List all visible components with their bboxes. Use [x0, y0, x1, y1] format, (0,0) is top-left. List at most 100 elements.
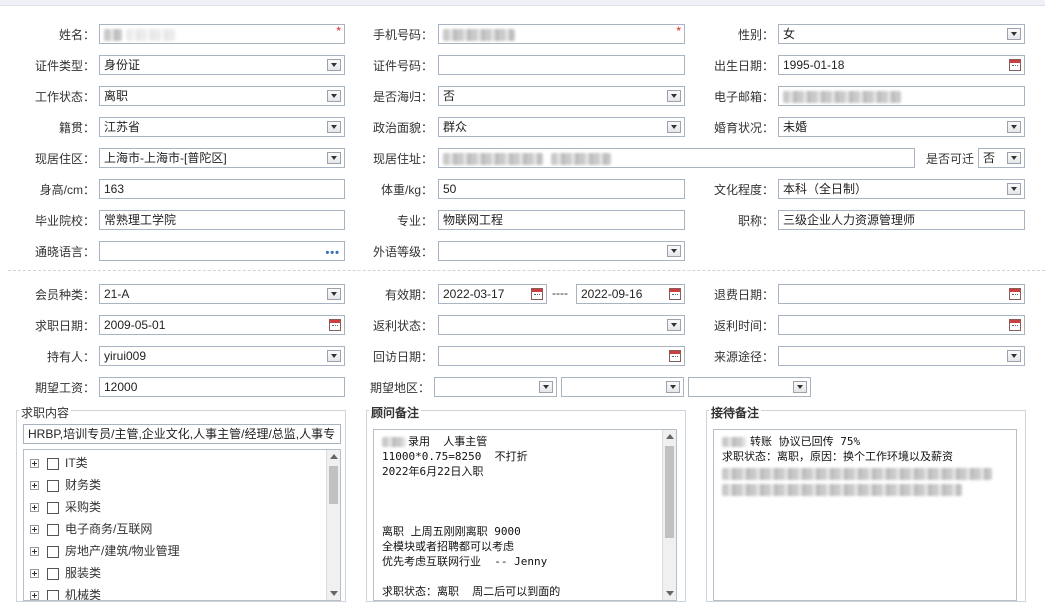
languages-picker[interactable]: ••• [99, 241, 345, 261]
expand-icon[interactable] [30, 591, 39, 600]
phone-field[interactable] [438, 24, 685, 44]
seek-date-field[interactable]: 2009-05-01 [99, 315, 345, 335]
overseas-select[interactable]: 否 [438, 86, 685, 106]
member-type-select[interactable]: 21-A [99, 284, 345, 304]
chevron-down-icon[interactable] [1007, 183, 1021, 195]
scroll-down-icon[interactable] [330, 591, 338, 596]
tree-item-ecommerce[interactable]: 电子商务/互联网 [30, 519, 152, 539]
visit-date-field[interactable] [438, 346, 685, 366]
school-field[interactable]: 常熟理工学院 [99, 210, 345, 230]
chevron-down-icon[interactable] [1007, 152, 1021, 164]
scroll-down-icon[interactable] [666, 591, 674, 596]
chevron-down-icon[interactable] [327, 59, 341, 71]
tree-item-apparel[interactable]: 服装类 [30, 563, 101, 583]
refund-date-field[interactable] [778, 284, 1025, 304]
validity-to-field[interactable]: 2022-09-16 [576, 284, 685, 304]
region-city-select[interactable] [561, 377, 684, 397]
calendar-icon[interactable] [669, 288, 681, 300]
gender-select[interactable]: 女 [778, 24, 1025, 44]
major-field[interactable]: 物联网工程 [438, 210, 685, 230]
checkbox[interactable] [47, 523, 59, 536]
expand-icon[interactable] [30, 481, 39, 491]
scrollbar-thumb[interactable] [665, 446, 674, 538]
rebate-status-select[interactable] [438, 315, 685, 335]
reception-note-textarea[interactable]: 转账 协议已回传 75% 求职状态：离职，原因：换个工作环境以及薪资 [713, 429, 1017, 601]
calendar-icon[interactable] [329, 319, 341, 331]
checkbox[interactable] [47, 457, 59, 470]
note-scrollbar[interactable] [662, 430, 676, 600]
birth-date-field[interactable]: 1995-01-18 [778, 55, 1025, 75]
expand-icon[interactable] [30, 525, 39, 535]
chevron-down-icon[interactable] [793, 381, 807, 393]
checkbox[interactable] [47, 567, 59, 580]
expand-icon[interactable] [30, 459, 39, 469]
calendar-icon[interactable] [669, 350, 681, 362]
scrollbar-thumb[interactable] [329, 466, 338, 504]
calendar-icon[interactable] [531, 288, 543, 300]
chevron-down-icon[interactable] [666, 381, 680, 393]
id-no-field[interactable] [438, 55, 685, 75]
email-field[interactable] [778, 86, 1025, 106]
expand-icon[interactable] [30, 569, 39, 579]
scroll-up-icon[interactable] [666, 434, 674, 439]
checkbox[interactable] [47, 479, 59, 492]
salary-field[interactable]: 12000 [99, 377, 345, 397]
region-district-select[interactable] [688, 377, 811, 397]
checkbox[interactable] [47, 589, 59, 600]
chevron-down-icon[interactable] [1007, 350, 1021, 362]
marital-select[interactable]: 未婚 [778, 117, 1025, 137]
address-field[interactable] [438, 148, 915, 168]
tree-item-realestate[interactable]: 房地产/建筑/物业管理 [30, 541, 180, 561]
native-select[interactable]: 江苏省 [99, 117, 345, 137]
rebate-time-field[interactable] [778, 315, 1025, 335]
chevron-down-icon[interactable] [667, 319, 681, 331]
calendar-icon[interactable] [1009, 59, 1021, 71]
tree-item-machinery[interactable]: 机械类 [30, 585, 101, 600]
education-select[interactable]: 本科（全日制） [778, 179, 1025, 199]
more-icon[interactable]: ••• [325, 244, 340, 260]
chevron-down-icon[interactable] [667, 121, 681, 133]
work-status-select[interactable]: 离职 [99, 86, 345, 106]
phone-label: 手机号码： [372, 28, 433, 42]
expand-icon[interactable] [30, 547, 39, 557]
height-field[interactable]: 163 [99, 179, 345, 199]
source-select[interactable] [778, 346, 1025, 366]
chevron-down-icon[interactable] [667, 245, 681, 257]
job-category-tree[interactable]: IT类 财务类 采购类 电子商务/互联网 房地产/建筑/物业管理 服装类 机械类 [23, 449, 341, 601]
name-field[interactable] [99, 24, 345, 44]
school-label: 毕业院校： [34, 214, 95, 228]
tree-item-it[interactable]: IT类 [30, 453, 88, 473]
scroll-up-icon[interactable] [330, 454, 338, 459]
chevron-down-icon[interactable] [327, 152, 341, 164]
chevron-down-icon[interactable] [327, 350, 341, 362]
tree-item-purchasing[interactable]: 采购类 [30, 497, 101, 517]
calendar-icon[interactable] [1009, 319, 1021, 331]
chevron-down-icon[interactable] [327, 288, 341, 300]
advisor-note-textarea[interactable]: 录用 人事主管 11000*0.75=8250 不打折 2022年6月22日入职… [373, 429, 677, 601]
job-content-summary[interactable]: HRBP,培训专员/主管,企业文化,人事主管/经理/总监,人事专 [23, 424, 341, 444]
title-field[interactable]: 三级企业人力资源管理师 [778, 210, 1025, 230]
holder-select[interactable]: yirui009 [99, 346, 345, 366]
chevron-down-icon[interactable] [1007, 121, 1021, 133]
chevron-down-icon[interactable] [667, 90, 681, 102]
chevron-down-icon[interactable] [1007, 28, 1021, 40]
checkbox[interactable] [47, 501, 59, 514]
visit-date-label: 回访日期： [372, 350, 433, 364]
relocate-select[interactable]: 否 [978, 148, 1025, 168]
expand-icon[interactable] [30, 503, 39, 513]
id-type-select[interactable]: 身份证 [99, 55, 345, 75]
note-line: 全模块或者招聘都可以考虑 [382, 540, 514, 553]
chevron-down-icon[interactable] [327, 121, 341, 133]
checkbox[interactable] [47, 545, 59, 558]
chevron-down-icon[interactable] [539, 381, 553, 393]
tree-scrollbar[interactable] [326, 450, 340, 600]
calendar-icon[interactable] [1009, 288, 1021, 300]
weight-field[interactable]: 50 [438, 179, 685, 199]
chevron-down-icon[interactable] [327, 90, 341, 102]
residence-select[interactable]: 上海市-上海市-[普陀区] [99, 148, 345, 168]
political-select[interactable]: 群众 [438, 117, 685, 137]
tree-item-finance[interactable]: 财务类 [30, 475, 101, 495]
region-province-select[interactable] [434, 377, 557, 397]
validity-from-field[interactable]: 2022-03-17 [438, 284, 547, 304]
lang-level-select[interactable] [438, 241, 685, 261]
